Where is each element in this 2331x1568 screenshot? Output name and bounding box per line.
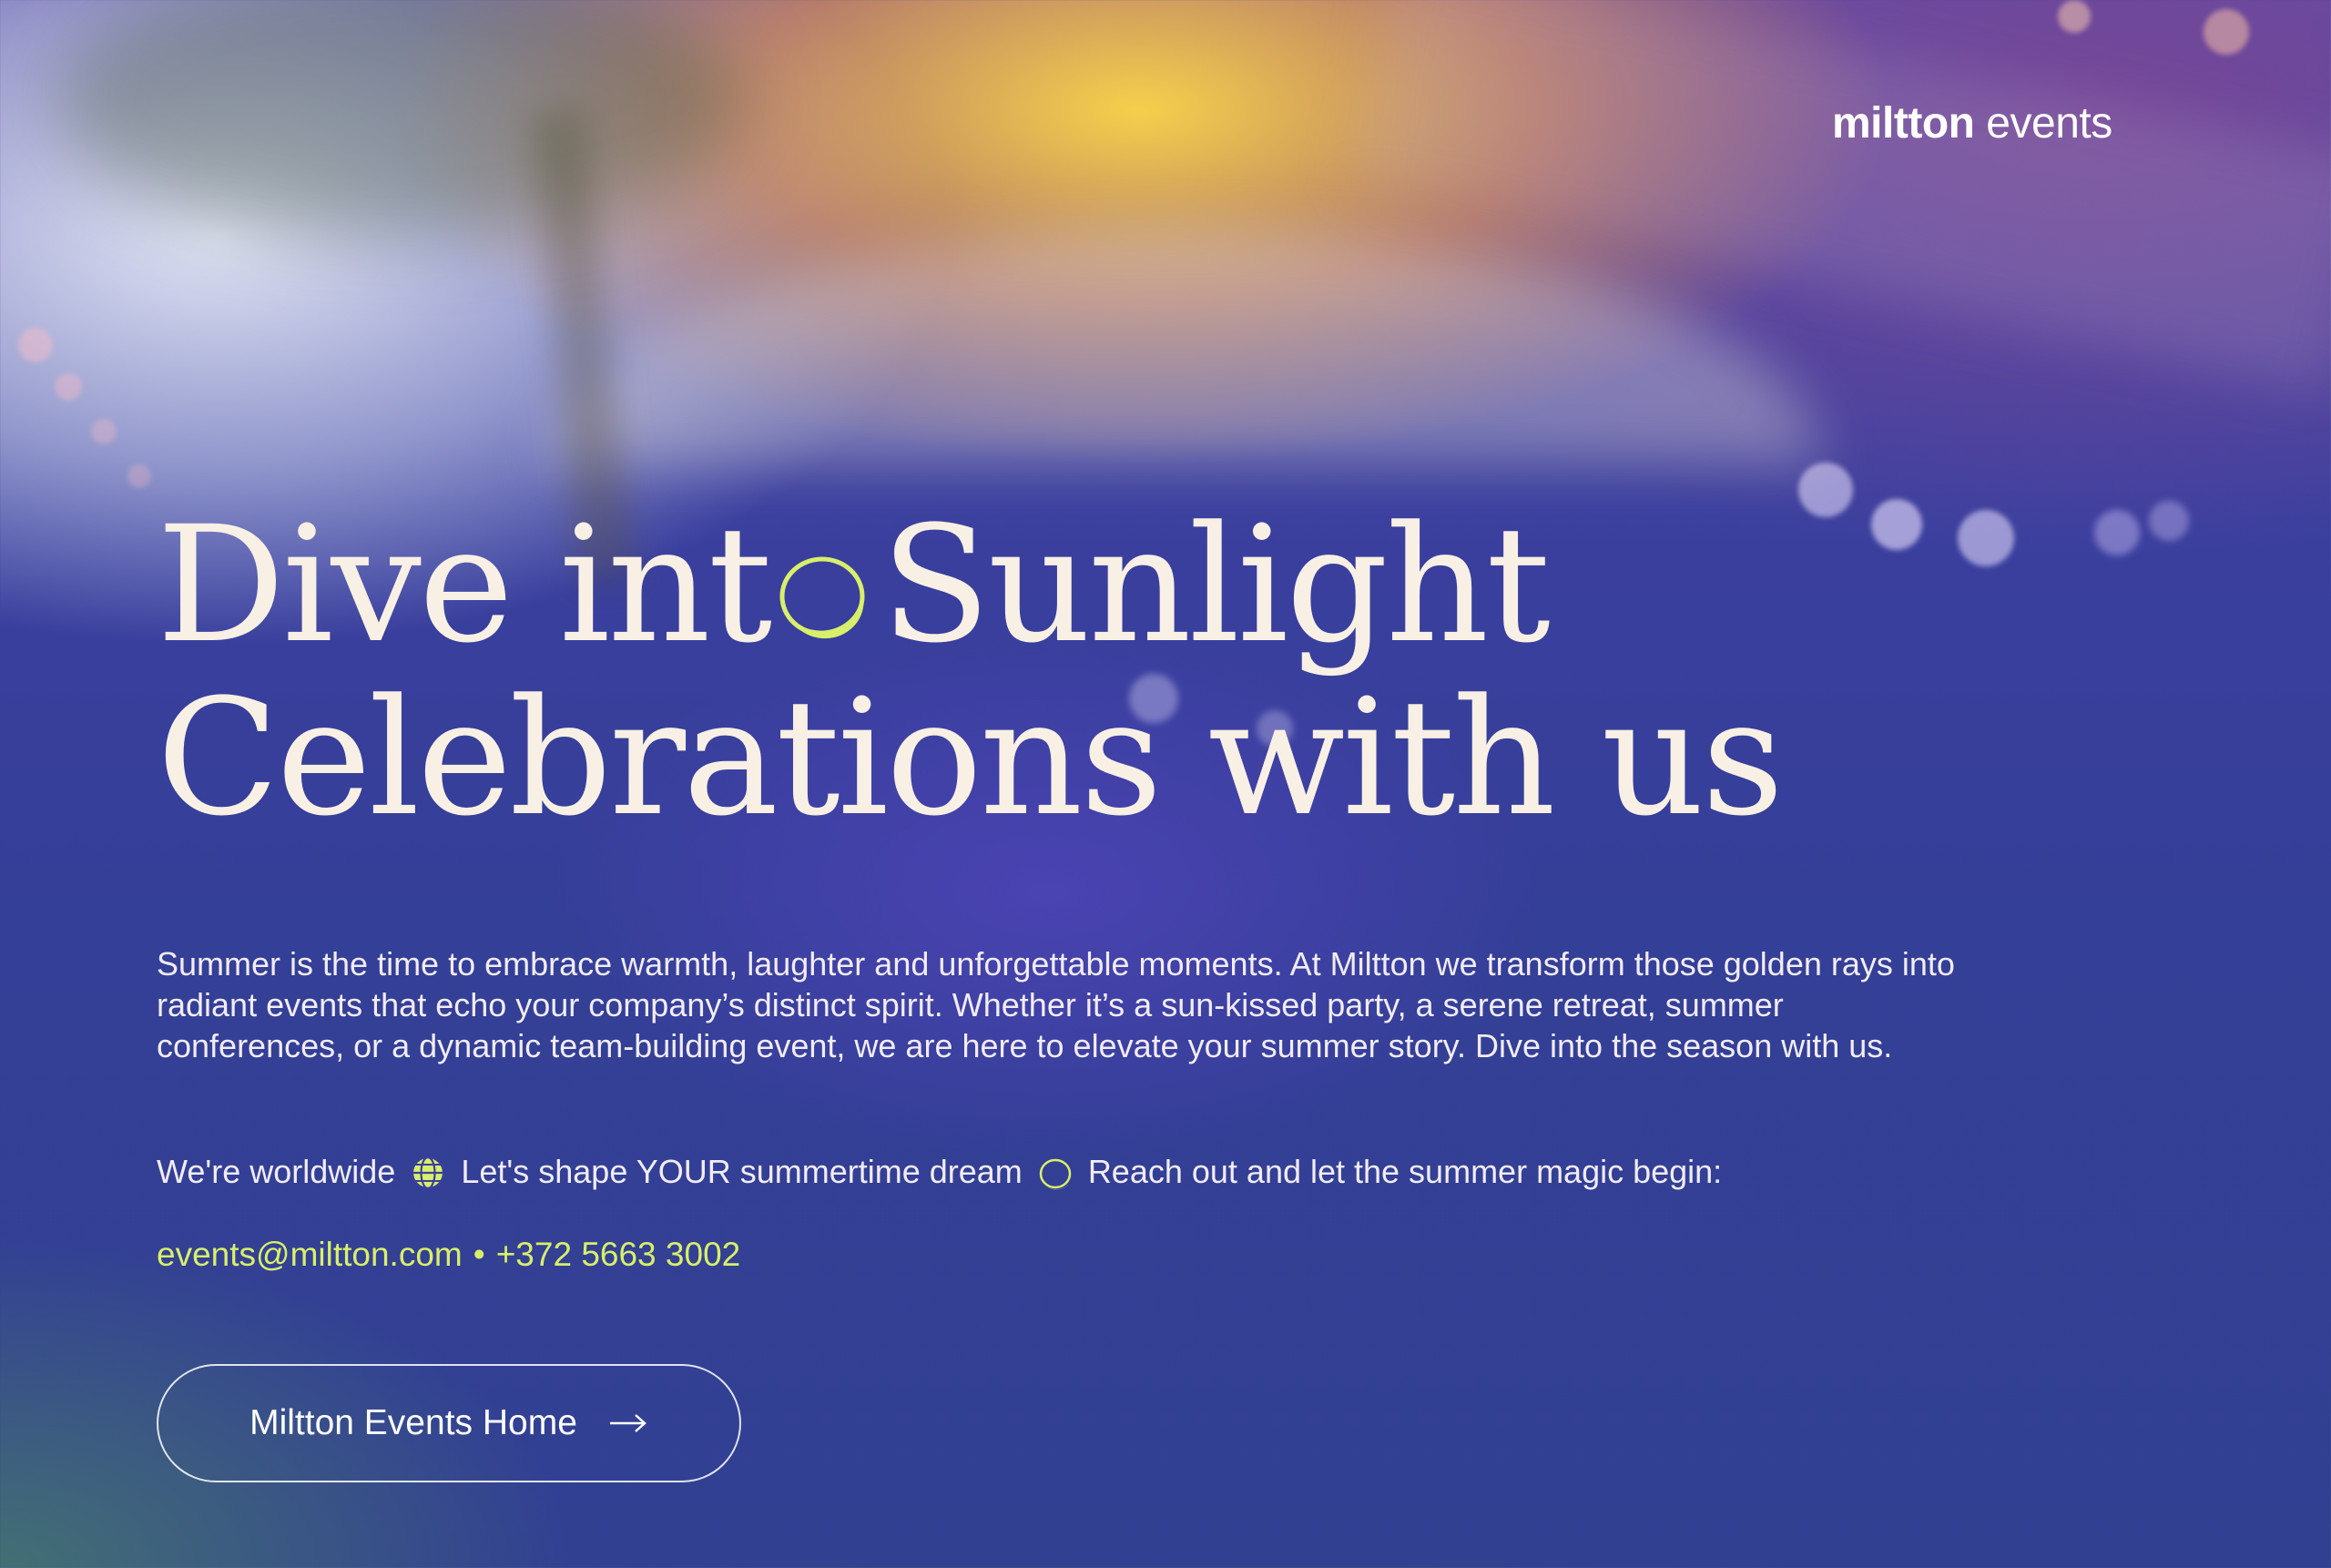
- sun-ring-icon: [1039, 1158, 1072, 1190]
- contact-separator: •: [473, 1236, 485, 1273]
- headline-line-1-start: Dive int: [157, 492, 772, 678]
- arrow-right-icon: [608, 1412, 648, 1434]
- contact-line: events@miltton.com • +372 5663 3002: [157, 1232, 740, 1278]
- phone-link[interactable]: +372 5663 3002: [496, 1236, 741, 1273]
- brand-logo-light: events: [1974, 99, 2112, 148]
- bokeh-light: [91, 419, 117, 444]
- roof-shape: [1351, 0, 2331, 393]
- page-headline: Dive int Sunlight Celebrations with us: [157, 499, 2160, 845]
- headline-line-1: Dive int Sunlight: [157, 499, 2160, 672]
- sun-ring-icon: [773, 503, 871, 639]
- intro-paragraph: Summer is the time to embrace warmth, la…: [157, 945, 1955, 1064]
- globe-icon: [412, 1156, 445, 1190]
- home-button-label: Miltton Events Home: [249, 1403, 577, 1442]
- cta-line: We're worldwide Let's shape YOUR summert…: [157, 1149, 2160, 1195]
- bokeh-light: [55, 373, 82, 401]
- palm-leaves: [55, 0, 747, 237]
- email-link[interactable]: events@miltton.com: [157, 1236, 463, 1273]
- brand-logo[interactable]: miltton events: [1832, 98, 2112, 148]
- brand-logo-bold: miltton: [1832, 99, 1975, 148]
- cta-text-worldwide: We're worldwide: [157, 1153, 396, 1190]
- bokeh-light: [127, 464, 151, 488]
- umbrella-shape: [546, 228, 1821, 464]
- bokeh-light: [2204, 9, 2249, 55]
- bokeh-light: [2058, 0, 2091, 33]
- cta-text-dream: Let's shape YOUR summertime dream: [461, 1153, 1023, 1190]
- miltton-events-home-button[interactable]: Miltton Events Home: [157, 1364, 741, 1482]
- headline-line-1-end: Sunlight: [880, 492, 1551, 678]
- cta-text-reach-out: Reach out and let the summer magic begin…: [1087, 1153, 1723, 1190]
- bokeh-light: [18, 328, 53, 362]
- headline-line-2: Celebrations with us: [157, 665, 1784, 851]
